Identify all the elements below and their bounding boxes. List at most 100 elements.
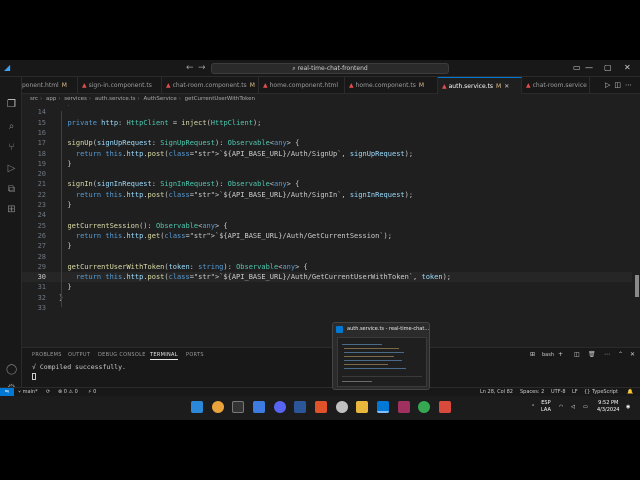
tab-auth-service[interactable]: ▲ auth.service.ts M ✕	[438, 77, 522, 94]
breadcrumb-item[interactable]: getCurrentUserWithToken	[185, 96, 255, 102]
language-indicator[interactable]: ESP LAA	[541, 400, 551, 414]
code-line[interactable]: 33	[22, 303, 632, 313]
code-line[interactable]: 21 signIn(signInRequest: SignInRequest):…	[22, 179, 632, 189]
breadcrumb-item[interactable]: AuthService	[144, 96, 177, 102]
tab-component-html[interactable]: ponent.html M	[22, 77, 78, 94]
volume-icon[interactable]: ◁	[571, 404, 575, 411]
breadcrumb-item[interactable]: app	[46, 96, 56, 102]
tab-label: auth.service.ts	[448, 83, 494, 90]
code-line[interactable]: 25 getCurrentSession(): Observable<any> …	[22, 221, 632, 231]
trash-icon[interactable]: 🗑	[588, 350, 596, 360]
battery-icon[interactable]: ▭	[583, 404, 588, 411]
start-icon[interactable]	[191, 401, 203, 413]
back-button[interactable]: ←	[186, 63, 194, 73]
more-icon[interactable]: ⋯	[604, 350, 610, 360]
code-text: getCurrentSession(): Observable<any> {	[67, 221, 228, 230]
command-center-search[interactable]: ⌕ real-time-chat-frontend	[211, 63, 449, 74]
code-line[interactable]: 29 getCurrentUserWithToken(token: string…	[22, 262, 632, 272]
code-line[interactable]: 27 }	[22, 241, 632, 251]
tab-debug-console[interactable]: DEBUG CONSOLE	[98, 351, 146, 359]
maximize-panel-icon[interactable]: ⌃	[618, 350, 623, 360]
code-line[interactable]: 18 return this.http.post(class="str">`${…	[22, 149, 632, 159]
code-line[interactable]: 32}	[22, 293, 632, 303]
maximize-button[interactable]: ▢	[604, 62, 612, 74]
wifi-icon[interactable]: ◠	[559, 404, 563, 411]
tab-problems[interactable]: PROBLEMS	[32, 351, 62, 359]
tab-chat-room-component[interactable]: ▲ chat-room.component.ts M	[162, 77, 259, 94]
tab-chat-room-service[interactable]: ▲ chat-room.service	[522, 77, 590, 94]
run-debug-icon[interactable]: ▷	[6, 163, 17, 174]
scrollbar[interactable]	[634, 105, 640, 347]
code-line[interactable]: 26 return this.http.get(class="str">`${A…	[22, 231, 632, 241]
app-icon[interactable]	[398, 401, 410, 413]
breadcrumb-item[interactable]: services	[64, 96, 87, 102]
tab-terminal[interactable]: TERMINAL	[150, 351, 178, 360]
terminal-cursor[interactable]	[32, 372, 36, 381]
remote-explorer-icon[interactable]: ⧉	[6, 184, 17, 195]
layout-toggle-icon[interactable]: ▭	[573, 62, 581, 74]
chrome-icon[interactable]	[212, 401, 224, 413]
code-line[interactable]: 31 }	[22, 282, 632, 292]
code-line[interactable]: 19 }	[22, 159, 632, 169]
tray-overflow-icon[interactable]: ⌃	[531, 404, 535, 411]
minimize-button[interactable]: —	[585, 62, 593, 74]
run-icon[interactable]: ▷	[605, 81, 614, 89]
code-editor[interactable]: 13export class AuthService {1415 private…	[22, 105, 640, 347]
more-actions-icon[interactable]: ⋯	[625, 81, 636, 89]
terminal-name[interactable]: bash	[542, 350, 554, 360]
breadcrumb-item[interactable]: auth.service.ts	[95, 96, 136, 102]
github-icon[interactable]	[336, 401, 348, 413]
line-number: 22	[37, 190, 46, 199]
forward-button[interactable]: →	[198, 63, 206, 73]
tab-close-icon[interactable]: ✕	[504, 83, 509, 90]
search-view-icon[interactable]: ⌕	[6, 121, 17, 132]
terminal-icon[interactable]	[232, 401, 244, 413]
clock[interactable]: 9:52 PM 4/3/2024	[597, 400, 619, 414]
tab-output[interactable]: OUTPUT	[68, 351, 90, 359]
close-button[interactable]: ✕	[624, 62, 631, 74]
new-terminal-icon[interactable]: ⊞	[530, 350, 535, 360]
add-terminal-icon[interactable]: +	[558, 350, 563, 360]
code-line[interactable]: 17 signUp(signUpRequest: SignUpRequest):…	[22, 138, 632, 148]
tab-home-component-html[interactable]: ▲ home.component.html	[259, 77, 345, 94]
word-icon[interactable]	[294, 401, 306, 413]
close-panel-icon[interactable]: ✕	[630, 350, 635, 360]
brave-beta-icon[interactable]	[439, 401, 451, 413]
chrome-canary-icon[interactable]	[418, 401, 430, 413]
code-line[interactable]: 30 return this.http.post(class="str">`${…	[22, 272, 632, 283]
code-line[interactable]: 14	[22, 107, 632, 117]
code-line[interactable]: 28	[22, 252, 632, 262]
code-line[interactable]: 20	[22, 169, 632, 179]
explorer-icon[interactable]: ❐	[6, 99, 17, 110]
code-line[interactable]: 16	[22, 128, 632, 138]
code-line[interactable]: 24	[22, 210, 632, 220]
source-control-icon[interactable]: ⑂	[6, 142, 17, 153]
file-explorer-icon[interactable]	[356, 401, 368, 413]
tab-sign-in-component[interactable]: ▲ sign-in.component.ts	[78, 77, 162, 94]
code-text: signIn(signInRequest: SignInRequest): Ob…	[67, 180, 300, 189]
vscode-taskbar-icon[interactable]	[377, 401, 389, 413]
split-terminal-icon[interactable]: ◫	[574, 350, 580, 360]
notes-icon[interactable]	[253, 401, 265, 413]
scrollbar-thumb[interactable]	[635, 275, 639, 297]
branch-name: main*	[22, 389, 38, 395]
tab-ports[interactable]: PORTS	[186, 351, 204, 359]
code-text: return this.http.get(class="str">`${API_…	[75, 231, 392, 240]
code-line[interactable]: 15 private http: HttpClient = inject(Htt…	[22, 118, 632, 128]
extensions-icon[interactable]: ⊞	[6, 204, 17, 215]
line-number: 19	[37, 159, 46, 168]
brave-icon[interactable]	[315, 401, 327, 413]
tab-home-component-ts[interactable]: ▲ home.component.ts M	[345, 77, 438, 94]
line-number: 17	[37, 139, 46, 148]
notification-center-icon[interactable]: ◉	[626, 404, 630, 411]
split-editor-icon[interactable]: ◫	[614, 81, 625, 89]
editor-actions[interactable]: ▷◫⋯	[605, 77, 636, 94]
account-icon[interactable]: ◯	[6, 364, 17, 375]
discord-icon[interactable]	[274, 401, 286, 413]
breadcrumb-item[interactable]: src	[30, 96, 38, 102]
code-line[interactable]: 22 return this.http.post(class="str">`${…	[22, 190, 632, 200]
angular-icon: ▲	[82, 82, 87, 89]
taskbar-window-preview[interactable]: auth.service.ts - real-time-chat...	[332, 322, 430, 390]
code-line[interactable]: 23 }	[22, 200, 632, 210]
line-number: 30	[37, 273, 46, 282]
